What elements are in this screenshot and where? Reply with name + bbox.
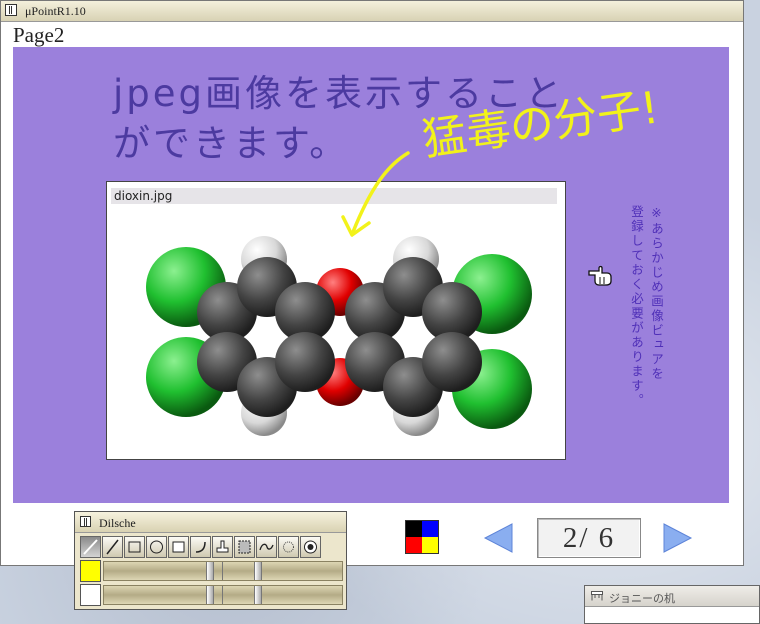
slider-thumb[interactable] (254, 562, 262, 580)
right-triangle-icon (663, 523, 693, 553)
window-menu-icon[interactable] (5, 4, 17, 16)
slider-thumb[interactable] (254, 586, 262, 604)
slider-thumb[interactable] (206, 562, 214, 580)
slider-thumb[interactable] (206, 586, 214, 604)
pen-icon (83, 539, 98, 555)
title-bar[interactable]: μPointR1.10 (1, 1, 743, 22)
arc-icon (195, 541, 206, 553)
record-tool-button[interactable] (300, 536, 321, 558)
background-window-title-bar[interactable]: ジョニーの机 (585, 586, 759, 607)
slide-area: jpeg画像を表示すること ができます。 dioxin.jpg 猛毒の分子! ※… (13, 47, 729, 503)
rectangle-icon (128, 541, 141, 553)
circle-tool-button[interactable] (146, 536, 167, 558)
stamp-tool-button[interactable] (212, 536, 233, 558)
line-tool-button[interactable] (102, 536, 123, 558)
tool-button-row (80, 536, 322, 558)
rectangle-tool-button[interactable] (124, 536, 145, 558)
filled-rectangle-tool-button[interactable] (168, 536, 189, 558)
foreground-color-row (80, 560, 344, 582)
color-palette-button[interactable] (405, 520, 439, 554)
tool-window-menu-icon[interactable] (80, 516, 91, 527)
arc-tool-button[interactable] (190, 536, 211, 558)
foreground-slider[interactable] (103, 561, 343, 581)
select-tool-button[interactable] (234, 536, 255, 558)
circle-icon (150, 540, 163, 554)
next-page-button[interactable] (659, 519, 697, 557)
annotation-text: 猛毒の分子! (419, 82, 661, 166)
desk-icon (591, 591, 603, 601)
background-slider[interactable] (103, 585, 343, 605)
main-window: μPointR1.10 Page2 jpeg画像を表示すること ができます。 d… (0, 0, 744, 566)
image-icon (259, 543, 274, 551)
window-title: μPointR1.10 (25, 4, 86, 18)
page-indicator: 2/ 6 (537, 518, 641, 558)
background-window-title: ジョニーの机 (609, 592, 675, 605)
tool-window-title: Dilsche (99, 516, 136, 530)
drawing-tool-window: Dilsche (74, 511, 347, 610)
image-tool-button[interactable] (256, 536, 277, 558)
line-icon (106, 539, 119, 555)
stamp-icon (216, 540, 229, 553)
handwritten-annotation: 猛毒の分子! (341, 82, 662, 237)
background-color-swatch[interactable] (80, 584, 101, 606)
previous-page-button[interactable] (479, 519, 517, 557)
select-icon (238, 540, 251, 554)
record-icon (304, 540, 317, 554)
background-color-row (80, 584, 344, 606)
page-label: Page2 (13, 23, 65, 47)
left-triangle-icon (483, 523, 513, 553)
background-window[interactable]: ジョニーの机 (584, 585, 760, 624)
side-note-line-2: 登録しておく必要があります。 (629, 205, 644, 408)
eraser-tool-button[interactable] (278, 536, 299, 558)
hand-pointer-icon (588, 265, 612, 286)
pen-tool-button[interactable] (80, 536, 101, 558)
tool-title-bar[interactable]: Dilsche (75, 512, 346, 533)
filled-rectangle-icon (172, 541, 185, 553)
foreground-color-swatch[interactable] (80, 560, 101, 582)
side-note-line-1: ※あらかじめ画像ビュアを (649, 205, 664, 382)
eraser-icon (283, 541, 294, 553)
